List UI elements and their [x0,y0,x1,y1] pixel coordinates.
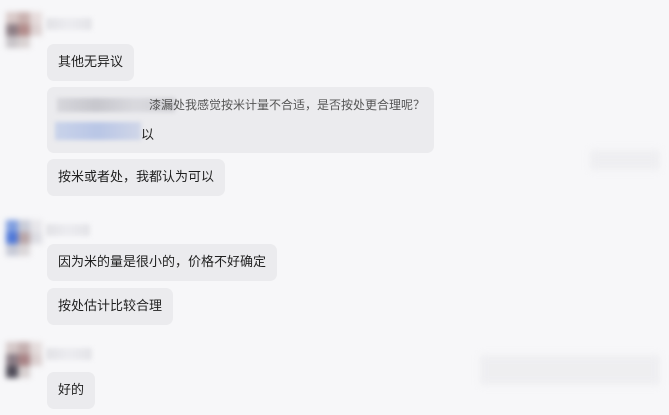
message-bubble[interactable]: 好的 [47,372,96,409]
blur-noise [590,150,660,170]
sender-name [46,18,92,30]
quoted-reply-text: 以 [141,128,155,143]
message-text: 因为米的量是很小的，价格不好确定 [58,255,267,270]
quoted-text: 漆漏处我感觉按米计量不合适，是否按处更合理呢？ [149,98,426,112]
message-text: 按米或者处，我都认为可以 [58,170,215,185]
message-bubble[interactable]: 其他无异议 [47,44,135,81]
avatar[interactable] [6,342,44,380]
message-bubble[interactable]: 因为米的量是很小的，价格不好确定 [47,244,278,281]
blur-noise [480,355,660,385]
sender-name [46,224,90,236]
message-text: 好的 [58,383,85,398]
message-text: 其他无异议 [58,55,124,70]
message-text: 按处估计比较合理 [58,299,163,314]
sender-name [46,348,92,360]
message-bubble[interactable]: 按处估计比较合理 [47,288,174,325]
quoted-message[interactable]: 漆漏处我感觉按米计量不合适，是否按处更合理呢？ 以 [47,87,434,153]
avatar[interactable] [6,220,44,258]
avatar[interactable] [6,12,44,50]
message-bubble[interactable]: 按米或者处，我都认为可以 [47,159,226,196]
